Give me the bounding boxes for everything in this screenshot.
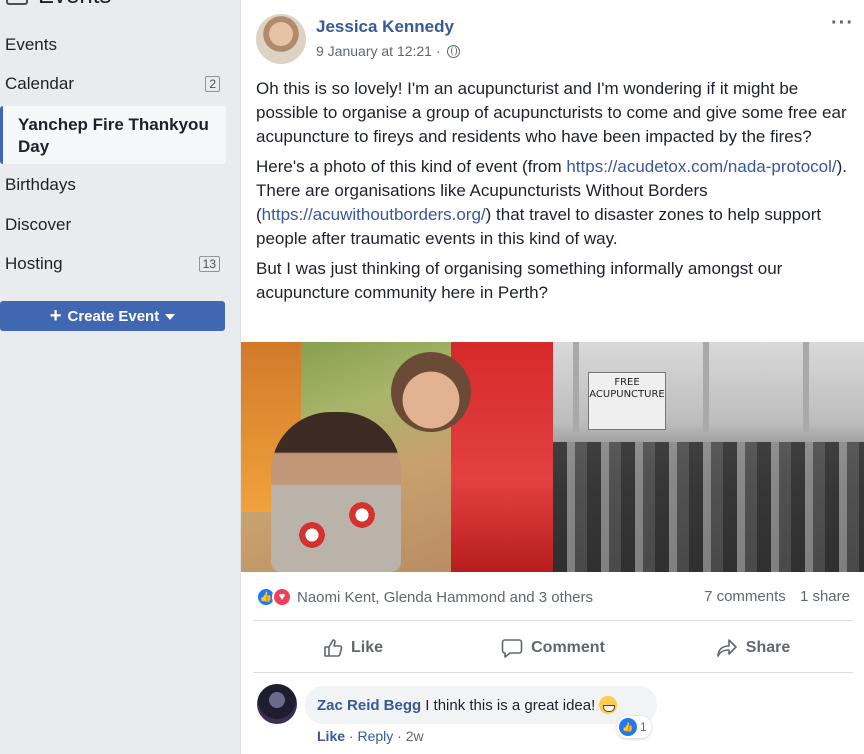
like-button[interactable]: Like <box>253 628 453 668</box>
shares-count[interactable]: 1 share <box>800 588 850 605</box>
comment-icon <box>501 639 523 658</box>
reactions-summary[interactable]: 👍 ♥ Naomi Kent, Glenda Hammond and 3 oth… <box>256 586 593 608</box>
comment-reaction-badge[interactable]: 👍 1 <box>617 716 651 738</box>
post-author-name[interactable]: Jessica Kennedy <box>316 17 454 37</box>
sidebar-item-label: Events <box>5 35 57 54</box>
photo-right-panel: FREE ACUPUNCTURE <box>553 342 864 572</box>
post-photo[interactable]: FREE ACUPUNCTURE <box>241 342 864 572</box>
thumbs-up-icon <box>324 639 343 657</box>
sidebar-item-label: Yanchep Fire Thankyou Day <box>18 115 209 156</box>
acudetox-link[interactable]: https://acudetox.com/nada-protocol/ <box>566 157 836 176</box>
post-text-span: Here's a photo of this kind of event (fr… <box>256 157 567 176</box>
calendar-count-badge: 2 <box>205 76 220 92</box>
share-label: Share <box>745 639 791 656</box>
grinning-emoji-icon <box>599 696 618 714</box>
sidebar-item-calendar[interactable]: Calendar 2 <box>0 68 226 100</box>
sidebar-title: Events <box>38 0 111 10</box>
like-reaction-icon: 👍 <box>619 718 637 736</box>
comment-reply-link[interactable]: Reply <box>357 728 393 744</box>
share-icon <box>716 639 737 657</box>
sidebar-item-discover[interactable]: Discover <box>0 209 226 241</box>
post-paragraph: But I was just thinking of organising so… <box>256 259 783 302</box>
engagement-counts: 7 comments 1 share <box>694 588 850 605</box>
divider <box>253 620 853 621</box>
sidebar-item-label: Hosting <box>5 254 63 273</box>
post-meta: 9 January at 12:21 · <box>316 43 460 59</box>
post-paragraph: Here's a photo of this kind of event (fr… <box>256 155 852 251</box>
comment-text: I think this is a great idea! <box>425 696 596 714</box>
photo-woman <box>271 412 401 572</box>
post-actions: Like Comment Share <box>253 628 853 668</box>
sidebar-header: Events <box>0 0 111 9</box>
post-card: Jessica Kennedy 9 January at 12:21 · ···… <box>240 0 864 754</box>
acuwithoutborders-link[interactable]: https://acuwithoutborders.org/ <box>262 205 486 224</box>
events-sidebar: Events Events Calendar 2 Yanchep Fire Th… <box>0 0 232 754</box>
separator-dot: · <box>397 728 406 744</box>
sidebar-item-birthdays[interactable]: Birthdays <box>0 169 226 201</box>
create-event-label: Create Event <box>67 307 160 325</box>
comment-actions: Like · Reply · 2w <box>317 728 424 744</box>
caret-down-icon <box>165 314 176 320</box>
commenter-name[interactable]: Zac Reid Begg <box>317 697 421 714</box>
globe-icon[interactable] <box>446 44 460 58</box>
sidebar-item-label: Discover <box>5 215 72 234</box>
comment-like-link[interactable]: Like <box>317 728 345 744</box>
create-event-button[interactable]: + Create Event <box>0 301 225 331</box>
photo-badge <box>349 502 375 528</box>
sidebar-item-active-event[interactable]: Yanchep Fire Thankyou Day <box>0 106 226 164</box>
sidebar-item-hosting[interactable]: Hosting 13 <box>0 248 226 280</box>
comment-button[interactable]: Comment <box>453 628 653 668</box>
tent-stripe <box>703 342 709 432</box>
plus-icon: + <box>49 305 62 327</box>
post-body: Oh this is so lovely! I'm an acupuncturi… <box>256 77 852 311</box>
comment-label: Comment <box>531 639 605 656</box>
commenter-avatar[interactable] <box>257 684 297 724</box>
author-avatar[interactable] <box>256 14 306 64</box>
comment-age[interactable]: 2w <box>406 728 424 744</box>
photo-sign: FREE ACUPUNCTURE <box>588 372 666 430</box>
reactions-names[interactable]: Naomi Kent, Glenda Hammond and 3 others <box>297 589 593 606</box>
share-button[interactable]: Share <box>653 628 853 668</box>
tent-stripe <box>573 342 579 432</box>
photo-badge <box>299 522 325 548</box>
like-label: Like <box>350 639 383 656</box>
more-options-icon[interactable]: ··· <box>831 12 854 35</box>
post-timestamp[interactable]: 9 January at 12:21 <box>316 43 432 59</box>
tent-stripe <box>803 342 809 432</box>
photo-left-panel <box>241 342 553 572</box>
photo-acupuncturist <box>391 352 471 432</box>
comment-reaction-count: 1 <box>640 720 647 734</box>
sidebar-item-label: Calendar <box>5 74 74 93</box>
sidebar-item-label: Birthdays <box>5 175 76 194</box>
love-reaction-icon: ♥ <box>272 587 292 607</box>
photo-crowd <box>553 442 864 572</box>
hosting-count-badge: 13 <box>198 256 220 272</box>
comment-bubble: Zac Reid Begg I think this is a great id… <box>305 686 657 724</box>
sidebar-item-events[interactable]: Events <box>0 29 226 61</box>
meta-dot: · <box>435 43 441 59</box>
post-paragraph: Oh this is so lovely! I'm an acupuncturi… <box>256 79 847 146</box>
comments-count[interactable]: 7 comments <box>704 588 786 605</box>
calendar-icon <box>6 0 28 5</box>
divider <box>253 672 853 673</box>
